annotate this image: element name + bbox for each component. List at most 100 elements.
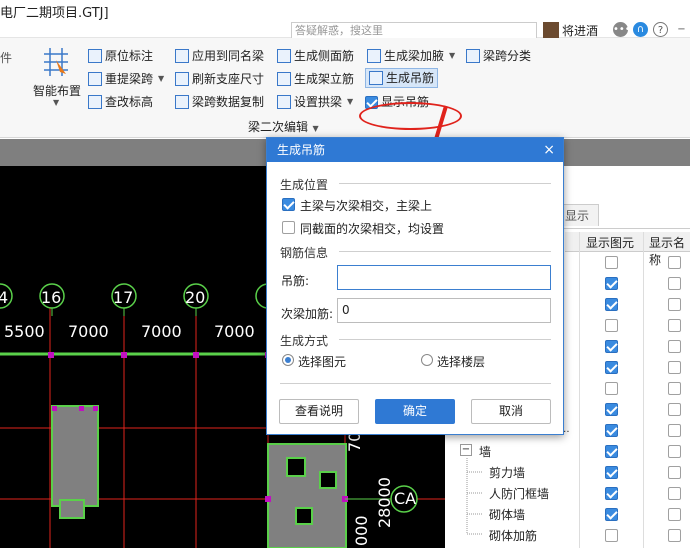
display-element-checkbox[interactable] xyxy=(605,424,618,437)
ribbon: 件 智能布置 ▼ 原位标注 重提梁跨 ▼ 查改标高 应用到同名梁 刷新支座尺寸 梁… xyxy=(0,38,690,138)
username[interactable]: 将进酒 xyxy=(562,22,598,39)
hanger-input[interactable] xyxy=(337,265,551,290)
edit-elevation-button[interactable]: 查改标高 xyxy=(88,92,153,112)
refresh-span-icon xyxy=(88,72,102,86)
headset-icon[interactable]: ∩ xyxy=(633,22,648,37)
display-name-checkbox[interactable] xyxy=(668,529,681,542)
divider xyxy=(280,383,551,384)
set-arch-beam-button[interactable]: 设置拱梁 ▼ xyxy=(277,92,353,112)
refresh-support-button[interactable]: 刷新支座尺寸 xyxy=(175,69,264,89)
generate-haunch-button[interactable]: 生成梁加腋 ▼ xyxy=(367,46,455,66)
collapse-icon[interactable]: − xyxy=(460,444,472,456)
axis-number: 20 xyxy=(185,288,206,307)
secondary-rebar-label: 次梁加筋: xyxy=(281,307,334,321)
dialog-title: 生成吊筋 xyxy=(277,143,326,157)
generate-hanger-button[interactable]: 生成吊筋 xyxy=(365,68,439,88)
support-icon xyxy=(175,72,189,86)
display-name-checkbox[interactable] xyxy=(668,445,681,458)
display-name-checkbox[interactable] xyxy=(668,508,681,521)
generate-hanger-dialog: 生成吊筋 × 生成位置 主梁与次梁相交，主梁上 同截面的次梁相交，均设置 钢筋信… xyxy=(266,137,564,435)
smart-layout-label[interactable]: 智能布置 xyxy=(33,82,81,99)
display-element-checkbox[interactable] xyxy=(605,508,618,521)
display-element-checkbox[interactable] xyxy=(605,487,618,500)
section-position-label: 生成位置 xyxy=(280,178,329,192)
display-element-checkbox[interactable] xyxy=(605,445,618,458)
display-name-checkbox[interactable] xyxy=(668,256,681,269)
smart-layout-icon[interactable] xyxy=(40,46,72,78)
help-icon[interactable]: ? xyxy=(653,22,668,37)
title-bar: 电厂二期项目.GTJ] 答疑解惑，搜这里 将进酒 ••• ∩ ? − xyxy=(0,0,690,39)
wall-block xyxy=(51,405,99,507)
display-name-checkbox[interactable] xyxy=(668,487,681,500)
filter-icon xyxy=(175,49,189,63)
generate-side-rebar-button[interactable]: 生成侧面筋 xyxy=(277,46,354,66)
copy-span-data-button[interactable]: 梁跨数据复制 xyxy=(175,92,264,112)
select-element-label[interactable]: 选择图元 xyxy=(298,353,346,370)
vertical-dimension: 000 xyxy=(352,515,371,546)
node-marker xyxy=(48,352,54,358)
cancel-button[interactable]: 取消 xyxy=(471,399,551,424)
display-name-checkbox[interactable] xyxy=(668,466,681,479)
display-element-checkbox[interactable] xyxy=(605,256,618,269)
ok-button[interactable]: 确定 xyxy=(375,399,455,424)
display-element-checkbox[interactable] xyxy=(605,298,618,311)
in-place-annotation-button[interactable]: 原位标注 xyxy=(88,46,153,66)
span-dimension: 7000 xyxy=(141,322,182,341)
display-element-checkbox[interactable] xyxy=(605,466,618,479)
display-element-checkbox[interactable] xyxy=(605,382,618,395)
erection-rebar-icon xyxy=(277,72,291,86)
axis-number: 4 xyxy=(0,288,9,307)
chevron-down-icon: ▼ xyxy=(158,74,165,83)
section-method-label: 生成方式 xyxy=(280,334,329,348)
chevron-down-icon[interactable]: ▼ xyxy=(53,98,59,107)
tree-item-civil-defense-wall[interactable]: 人防门框墙 xyxy=(489,485,549,502)
display-name-checkbox[interactable] xyxy=(668,277,681,290)
tree-item-shear-wall[interactable]: 剪力墙 xyxy=(489,464,525,481)
ribbon-group-label[interactable]: 梁二次编辑 ▼ xyxy=(248,118,319,135)
display-name-checkbox[interactable] xyxy=(668,382,681,395)
display-element-checkbox[interactable] xyxy=(605,319,618,332)
display-element-checkbox[interactable] xyxy=(605,277,618,290)
view-help-button[interactable]: 查看说明 xyxy=(279,399,359,424)
close-icon[interactable]: × xyxy=(543,138,555,162)
minimize-icon[interactable]: − xyxy=(674,22,689,37)
arch-icon xyxy=(277,95,291,109)
annotate-icon xyxy=(88,49,102,63)
display-name-checkbox[interactable] xyxy=(668,319,681,332)
opening xyxy=(286,457,306,477)
elevation-icon xyxy=(88,95,102,109)
display-element-checkbox[interactable] xyxy=(605,340,618,353)
main-secondary-checkbox[interactable] xyxy=(282,198,295,211)
select-floor-radio[interactable] xyxy=(421,354,433,366)
window-title: 电厂二期项目.GTJ] xyxy=(0,6,109,21)
display-element-checkbox[interactable] xyxy=(605,529,618,542)
divider xyxy=(339,183,551,184)
generate-erection-rebar-button[interactable]: 生成架立筋 xyxy=(277,69,354,89)
main-secondary-label[interactable]: 主梁与次梁相交，主梁上 xyxy=(300,197,432,214)
display-name-checkbox[interactable] xyxy=(668,403,681,416)
select-element-radio[interactable] xyxy=(282,354,294,366)
same-section-label[interactable]: 同截面的次梁相交，均设置 xyxy=(300,220,444,237)
chat-icon[interactable]: ••• xyxy=(613,22,631,37)
display-name-checkbox[interactable] xyxy=(668,424,681,437)
apply-same-name-button[interactable]: 应用到同名梁 xyxy=(175,46,264,66)
select-floor-label[interactable]: 选择楼层 xyxy=(437,353,485,370)
col-divider xyxy=(643,232,644,548)
display-name-checkbox[interactable] xyxy=(668,361,681,374)
same-section-checkbox[interactable] xyxy=(282,221,295,234)
left-tab-fragment: 件 xyxy=(0,51,13,65)
axis-number: 16 xyxy=(41,288,62,307)
display-name-checkbox[interactable] xyxy=(668,298,681,311)
display-name-checkbox[interactable] xyxy=(668,340,681,353)
display-element-checkbox[interactable] xyxy=(605,403,618,416)
span-classify-button[interactable]: 梁跨分类 xyxy=(466,46,531,66)
re-extract-span-button[interactable]: 重提梁跨 ▼ xyxy=(88,69,164,89)
avatar[interactable] xyxy=(543,22,559,38)
tree-item-masonry-wall[interactable]: 砌体墙 xyxy=(489,506,525,523)
opening xyxy=(319,471,337,489)
secondary-rebar-input[interactable]: 0 xyxy=(337,298,551,323)
node-marker xyxy=(265,496,271,502)
tree-item-masonry-rebar[interactable]: 砌体加筋 xyxy=(489,527,537,544)
display-element-checkbox[interactable] xyxy=(605,361,618,374)
search-input[interactable]: 答疑解惑，搜这里 xyxy=(291,22,537,39)
